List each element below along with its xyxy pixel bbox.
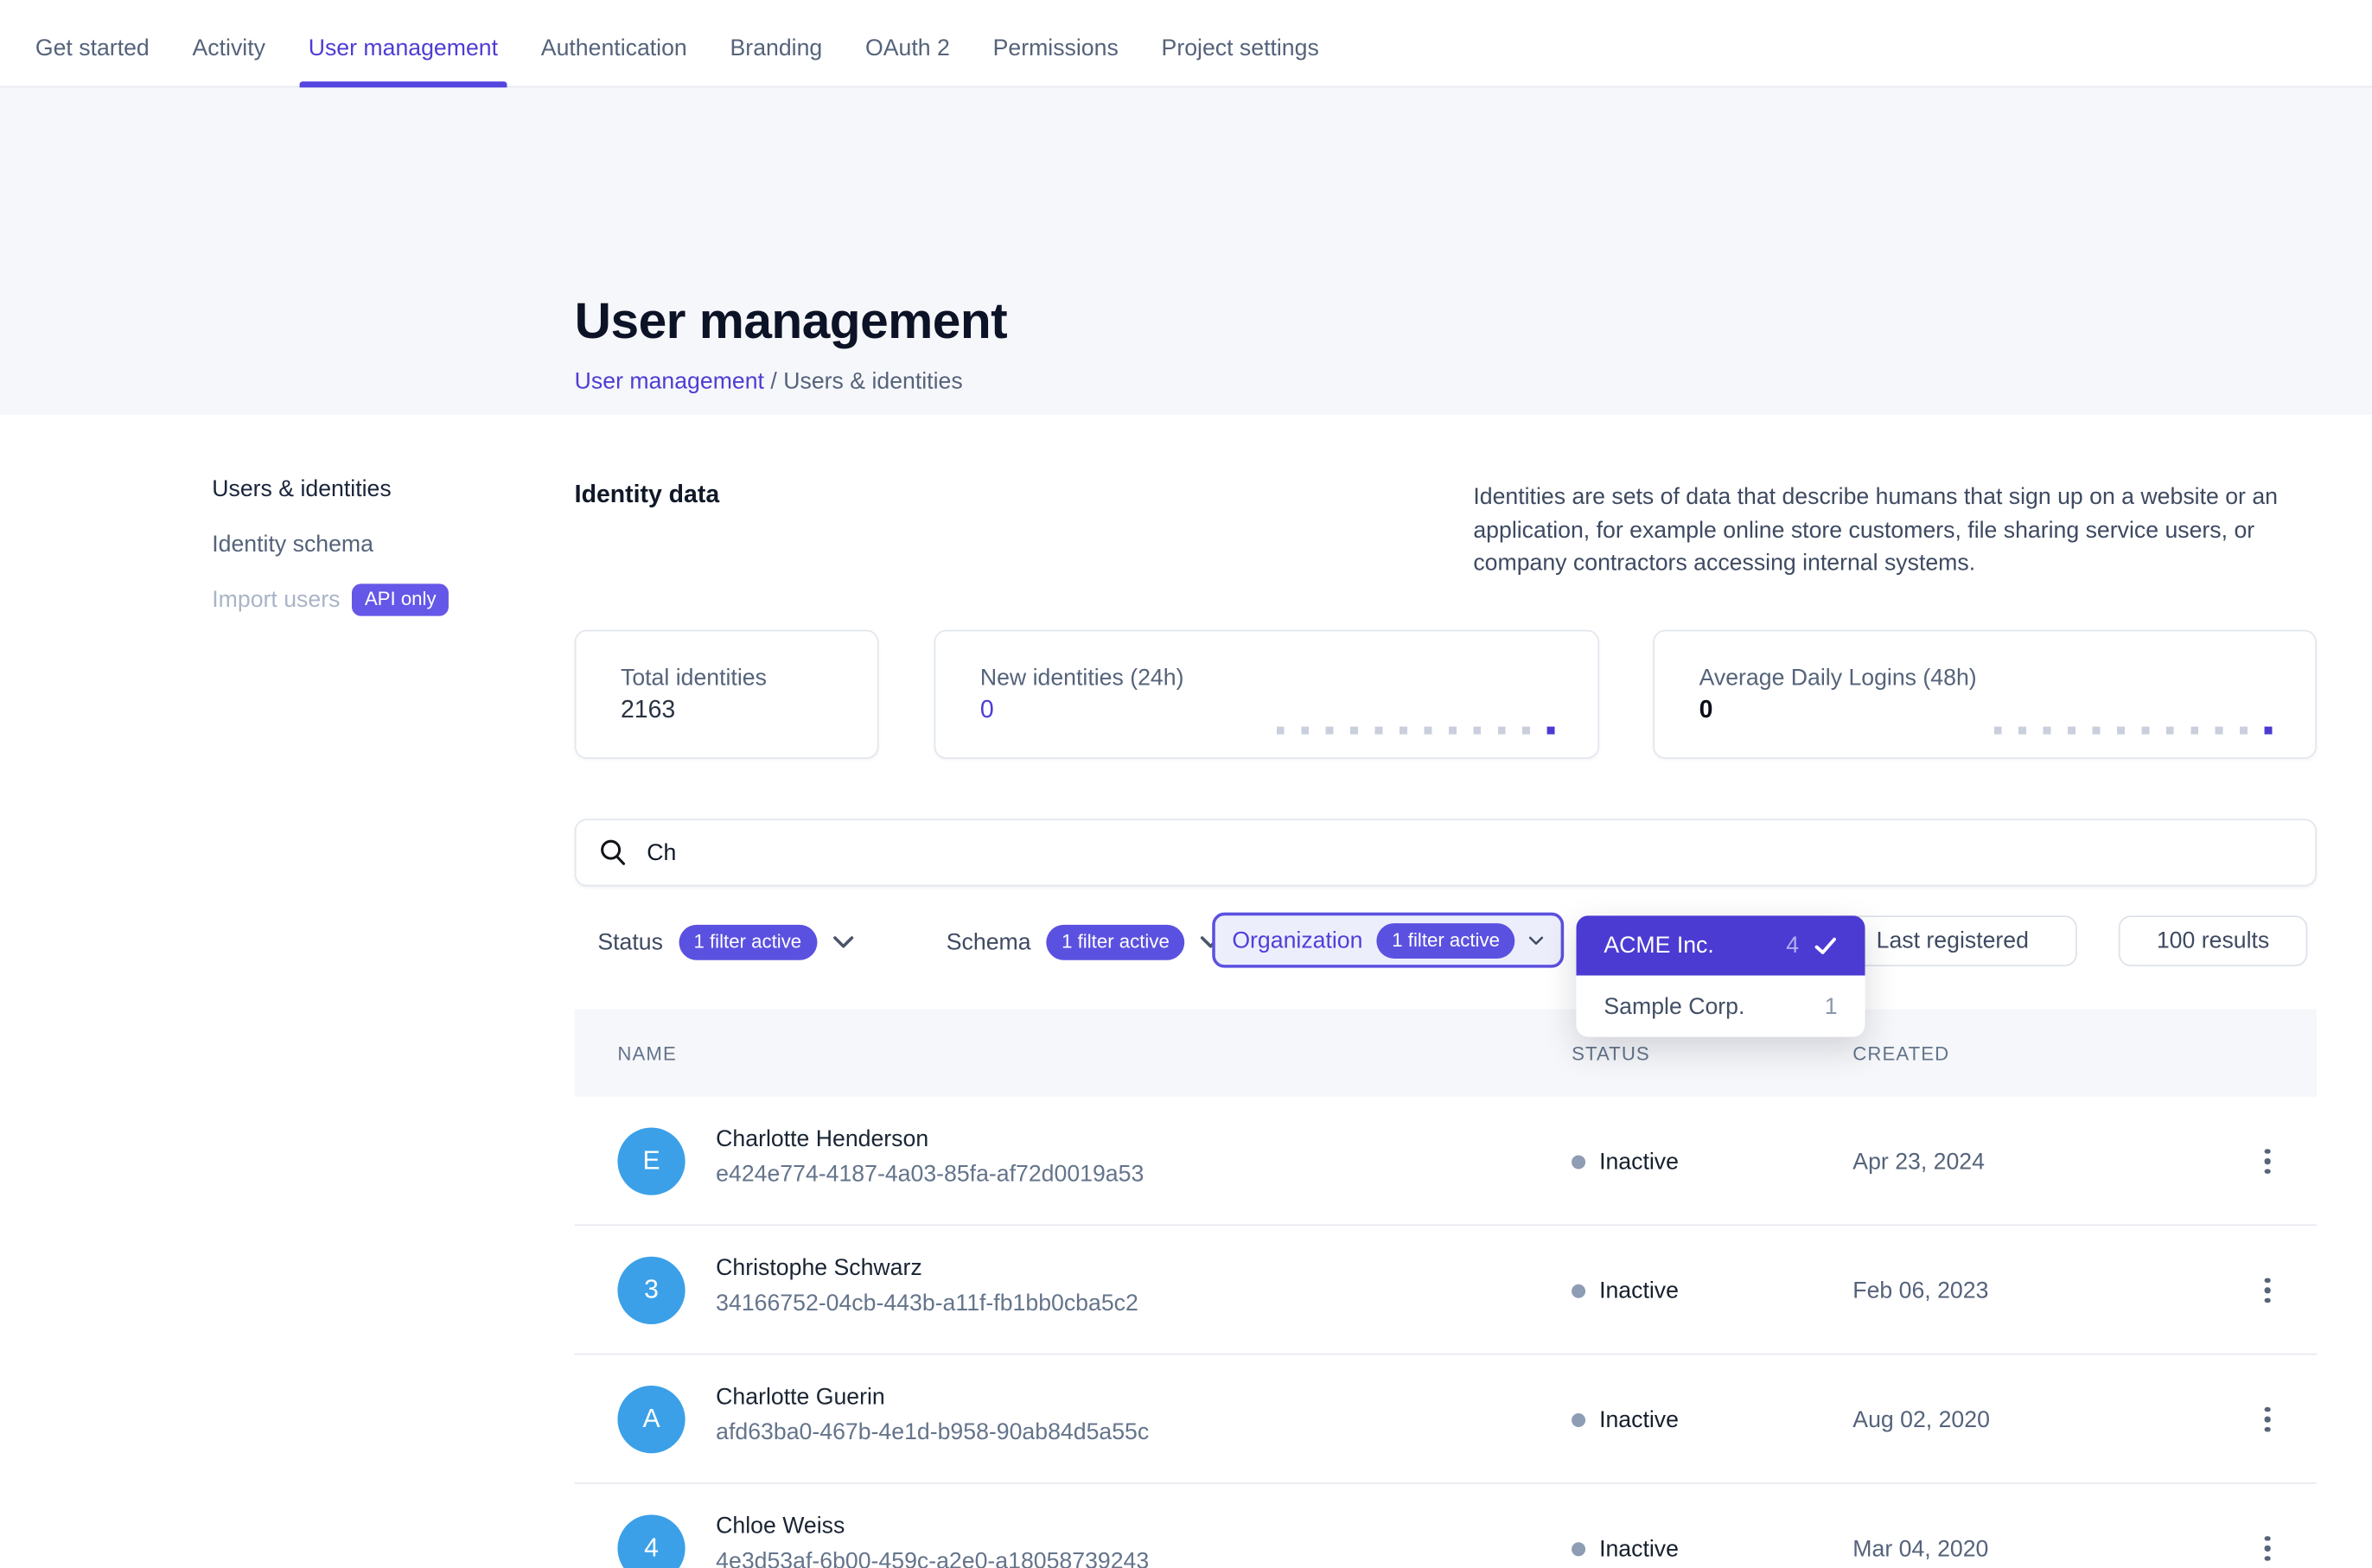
status-dot-icon [1572,1155,1585,1169]
filter-organization-badge: 1 filter active [1376,922,1514,958]
status-dot-icon [1572,1284,1585,1297]
tab-permissions[interactable]: Permissions [988,10,1123,86]
identity-name: Charlotte Guerin [716,1384,885,1410]
dropdown-option-acme[interactable]: ACME Inc. 4 [1576,915,1865,975]
row-actions-menu-icon[interactable] [2249,1354,2286,1483]
page-header-band: User management User management / Users … [0,87,2372,415]
filter-schema-label: Schema [947,929,1031,955]
stat-label: Total identities [621,666,832,692]
sidebar-item-import-users: Import users API only [212,583,449,615]
stat-card-average-daily-logins: Average Daily Logins (48h) 0 [1653,630,2317,759]
tab-user-management[interactable]: User management [303,10,502,86]
sort-last-registered-button[interactable]: Last registered [1828,915,2077,966]
sparkline [1277,727,1555,735]
status-label: Inactive [1599,1406,1679,1432]
created-date: Feb 06, 2023 [1852,1226,1988,1354]
identity-name: Christophe Schwarz [716,1255,922,1281]
top-nav: Get started Activity User management Aut… [0,0,2372,87]
status-dot-icon [1572,1541,1585,1555]
filter-status[interactable]: Status 1 filter active [597,917,853,968]
section-description: Identities are sets of data that describ… [1473,481,2311,580]
column-header-name: NAME [617,1010,676,1097]
page-title: User management [575,292,1007,351]
tab-branding[interactable]: Branding [725,10,826,86]
status-cell: Inactive [1572,1354,1679,1483]
api-only-badge: API only [353,583,449,615]
identity-name: Charlotte Henderson [716,1126,928,1152]
tab-oauth2[interactable]: OAuth 2 [861,10,954,86]
search-bar [575,819,2317,886]
avatar: 3 [617,1257,685,1324]
identity-name: Chloe Weiss [716,1514,845,1539]
status-cell: Inactive [1572,1226,1679,1354]
chevron-down-icon [1529,934,1544,947]
filter-status-label: Status [597,929,663,955]
tab-authentication[interactable]: Authentication [536,10,692,86]
table-header: NAME STATUS CREATED [575,1010,2317,1097]
status-label: Inactive [1599,1278,1679,1303]
avatar: E [617,1127,685,1195]
table-row[interactable]: 4 Chloe Weiss 4e3d53af-6b00-459c-a2e0-a1… [575,1484,2317,1568]
stat-value: 0 [1699,698,2271,725]
status-label: Inactive [1599,1148,1679,1174]
filter-organization-label: Organization [1232,927,1362,953]
stat-label: New identities (24h) [980,666,1553,692]
breadcrumb-current: Users & identities [783,369,962,395]
stat-value: 2163 [621,698,832,725]
row-actions-menu-icon[interactable] [2249,1226,2286,1354]
stat-card-total-identities: Total identities 2163 [575,630,879,759]
status-cell: Inactive [1572,1484,1679,1568]
dropdown-option-sample-corp[interactable]: Sample Corp. 1 [1576,976,1865,1037]
row-actions-menu-icon[interactable] [2249,1097,2286,1226]
sidebar-item-identity-schema[interactable]: Identity schema [212,532,373,558]
avatar: A [617,1386,685,1453]
breadcrumb-link-user-management[interactable]: User management [575,369,764,395]
app-window: Get started Activity User management Aut… [0,0,2372,1568]
sparkline [1994,727,2273,735]
tab-project-settings[interactable]: Project settings [1157,10,1323,86]
stat-label: Average Daily Logins (48h) [1699,666,2271,692]
stat-value: 0 [980,698,1553,725]
sidebar-item-import-users-label: Import users [212,587,340,613]
table-row[interactable]: 3 Christophe Schwarz 34166752-04cb-443b-… [575,1226,2317,1354]
chevron-down-icon [832,935,854,949]
status-label: Inactive [1599,1535,1679,1561]
breadcrumb: User management / Users & identities [575,369,963,395]
identity-id: 4e3d53af-6b00-459c-a2e0-a18058739243 [716,1548,1149,1568]
dropdown-option-name: ACME Inc. [1604,933,1786,959]
created-date: Apr 23, 2024 [1852,1097,1985,1226]
table-row[interactable]: A Charlotte Guerin afd63ba0-467b-4e1d-b9… [575,1354,2317,1483]
breadcrumb-separator: / [764,369,783,395]
identity-id: 34166752-04cb-443b-a11f-fb1bb0cba5c2 [716,1291,1138,1316]
tab-get-started[interactable]: Get started [31,10,155,86]
tab-activity[interactable]: Activity [188,10,270,86]
row-actions-menu-icon[interactable] [2249,1484,2286,1568]
status-cell: Inactive [1572,1097,1679,1226]
search-icon [597,838,628,869]
filter-schema-badge: 1 filter active [1046,925,1184,960]
created-date: Mar 04, 2020 [1852,1484,1988,1568]
organization-dropdown: ACME Inc. 4 Sample Corp. 1 [1576,915,1865,1036]
results-count-button[interactable]: 100 results [2119,915,2308,966]
check-icon [1814,936,1838,954]
identity-id: e424e774-4187-4a03-85fa-af72d0019a53 [716,1162,1144,1188]
filter-organization[interactable]: Organization 1 filter active [1212,913,1564,968]
dropdown-option-name: Sample Corp. [1604,993,1824,1019]
table-row[interactable]: E Charlotte Henderson e424e774-4187-4a03… [575,1097,2317,1226]
avatar: 4 [617,1514,685,1568]
dropdown-option-count: 4 [1786,933,1799,959]
sidebar-item-users-identities[interactable]: Users & identities [212,476,391,502]
created-date: Aug 02, 2020 [1852,1354,1990,1483]
filter-status-badge: 1 filter active [679,925,817,960]
search-input[interactable] [644,838,2294,867]
identity-id: afd63ba0-467b-4e1d-b958-90ab84d5a55c [716,1419,1149,1445]
dropdown-option-count: 1 [1825,993,1838,1019]
stat-card-new-identities: New identities (24h) 0 [934,630,1600,759]
section-heading: Identity data [575,482,719,510]
status-dot-icon [1572,1412,1585,1426]
filter-schema[interactable]: Schema 1 filter active [947,917,1221,968]
column-header-created: CREATED [1852,1010,1949,1097]
